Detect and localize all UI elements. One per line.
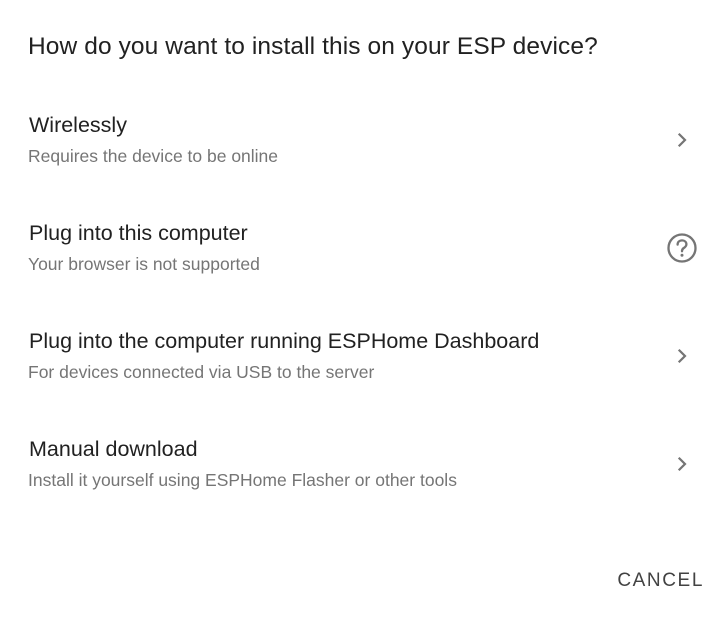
dialog-title: How do you want to install this on your … <box>28 33 598 60</box>
option-description: Your browser is not supported <box>28 254 260 274</box>
chevron-right-icon <box>666 448 698 480</box>
option-manual-download[interactable]: Manual download Install it yourself usin… <box>0 424 726 532</box>
option-description: For devices connected via USB to the ser… <box>28 362 375 382</box>
option-wirelessly[interactable]: Wirelessly Requires the device to be onl… <box>0 100 726 208</box>
option-label: Manual download <box>29 437 198 461</box>
install-options-list: Wirelessly Requires the device to be onl… <box>0 100 726 532</box>
option-label: Wirelessly <box>29 113 127 137</box>
option-plug-into-this-computer[interactable]: Plug into this computer Your browser is … <box>0 208 726 316</box>
option-label: Plug into the computer running ESPHome D… <box>29 329 540 353</box>
option-description: Install it yourself using ESPHome Flashe… <box>28 470 457 490</box>
option-label: Plug into this computer <box>29 221 248 245</box>
option-description: Requires the device to be online <box>28 146 279 166</box>
cancel-button[interactable]: CANCEL <box>615 562 706 600</box>
option-plug-into-dashboard-computer[interactable]: Plug into the computer running ESPHome D… <box>0 316 726 424</box>
install-dialog: How do you want to install this on your … <box>0 0 726 618</box>
chevron-right-icon <box>666 340 698 372</box>
dialog-actions: CANCEL <box>615 562 706 600</box>
help-circle-icon[interactable] <box>666 232 698 264</box>
chevron-right-icon <box>666 124 698 156</box>
